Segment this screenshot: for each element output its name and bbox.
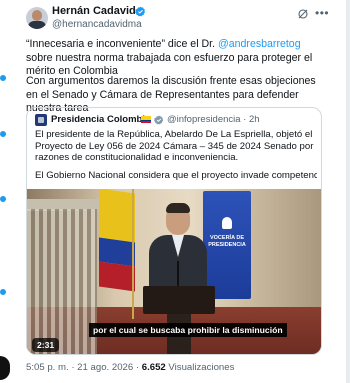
quote-author-name[interactable]: Presidencia Colombia	[51, 114, 150, 125]
floating-bubble[interactable]	[0, 356, 10, 380]
video-microphone	[177, 261, 179, 287]
video-player[interactable]: VOCERÍA DE PRESIDENCIA por el cual se bu…	[27, 189, 321, 354]
tweet-paragraph-1: “Innecesaria e inconveniente” dice el Dr…	[26, 38, 326, 79]
presidencia-avatar[interactable]	[35, 114, 47, 126]
thread-marker	[0, 196, 6, 202]
colombia-flag-icon	[141, 116, 151, 123]
avatar[interactable]	[26, 7, 48, 29]
video-vocero-panel: VOCERÍA DE PRESIDENCIA	[203, 191, 251, 299]
quote-text-2: El Gobierno Nacional considera que el pr…	[35, 170, 317, 181]
tweet-text-part: sobre nuestra norma trabajada con esfuer…	[26, 51, 313, 78]
video-colombia-flag	[99, 189, 135, 292]
video-flag-pole	[132, 189, 134, 319]
thread-marker	[0, 131, 6, 137]
mention-link[interactable]: @andresbarretog	[218, 38, 301, 50]
presidencia-emblem-icon	[222, 217, 232, 229]
avatar-suit	[28, 21, 46, 29]
video-panel-text: VOCERÍA DE PRESIDENCIA	[208, 235, 246, 248]
gov-badge-icon	[154, 115, 164, 125]
views-label: Visualizaciones	[165, 362, 235, 373]
tweet-meta: 5:05 p. m. · 21 ago. 2026 · 6.652 Visual…	[26, 362, 234, 373]
thread-marker	[0, 289, 6, 295]
quote-handle-time[interactable]: @infopresidencia · 2h	[167, 114, 260, 125]
video-speaker-hair	[166, 203, 190, 213]
left-edge-strip	[0, 0, 8, 383]
quote-text-1: El presidente de la República, Abelardo …	[35, 129, 314, 164]
quoted-tweet[interactable]: Presidencia Colombia @infopresidencia · …	[26, 107, 322, 355]
grok-icon[interactable]	[297, 8, 309, 20]
author-handle[interactable]: @hernancadavidma	[52, 19, 142, 30]
verified-badge-icon	[135, 6, 146, 17]
views-count: 6.652	[141, 362, 166, 373]
video-podium	[143, 286, 215, 314]
more-options-icon[interactable]: •••	[315, 6, 329, 20]
avatar-face	[32, 10, 42, 21]
video-subtitle: por el cual se buscaba prohibir la dismi…	[89, 323, 287, 337]
tweet-timestamp[interactable]: 5:05 p. m. · 21 ago. 2026 ·	[26, 362, 142, 373]
video-duration: 2:31	[32, 338, 60, 352]
tweet-header: Hernán Cadavid @hernancadavidma •••	[26, 4, 329, 34]
thread-marker	[0, 75, 6, 81]
right-edge	[346, 0, 350, 383]
tweet-text-part: “Innecesaria e inconveniente” dice el Dr…	[26, 38, 218, 50]
video-railing	[27, 209, 97, 354]
author-name[interactable]: Hernán Cadavid	[52, 5, 136, 17]
quote-header: Presidencia Colombia @infopresidencia · …	[35, 113, 320, 127]
